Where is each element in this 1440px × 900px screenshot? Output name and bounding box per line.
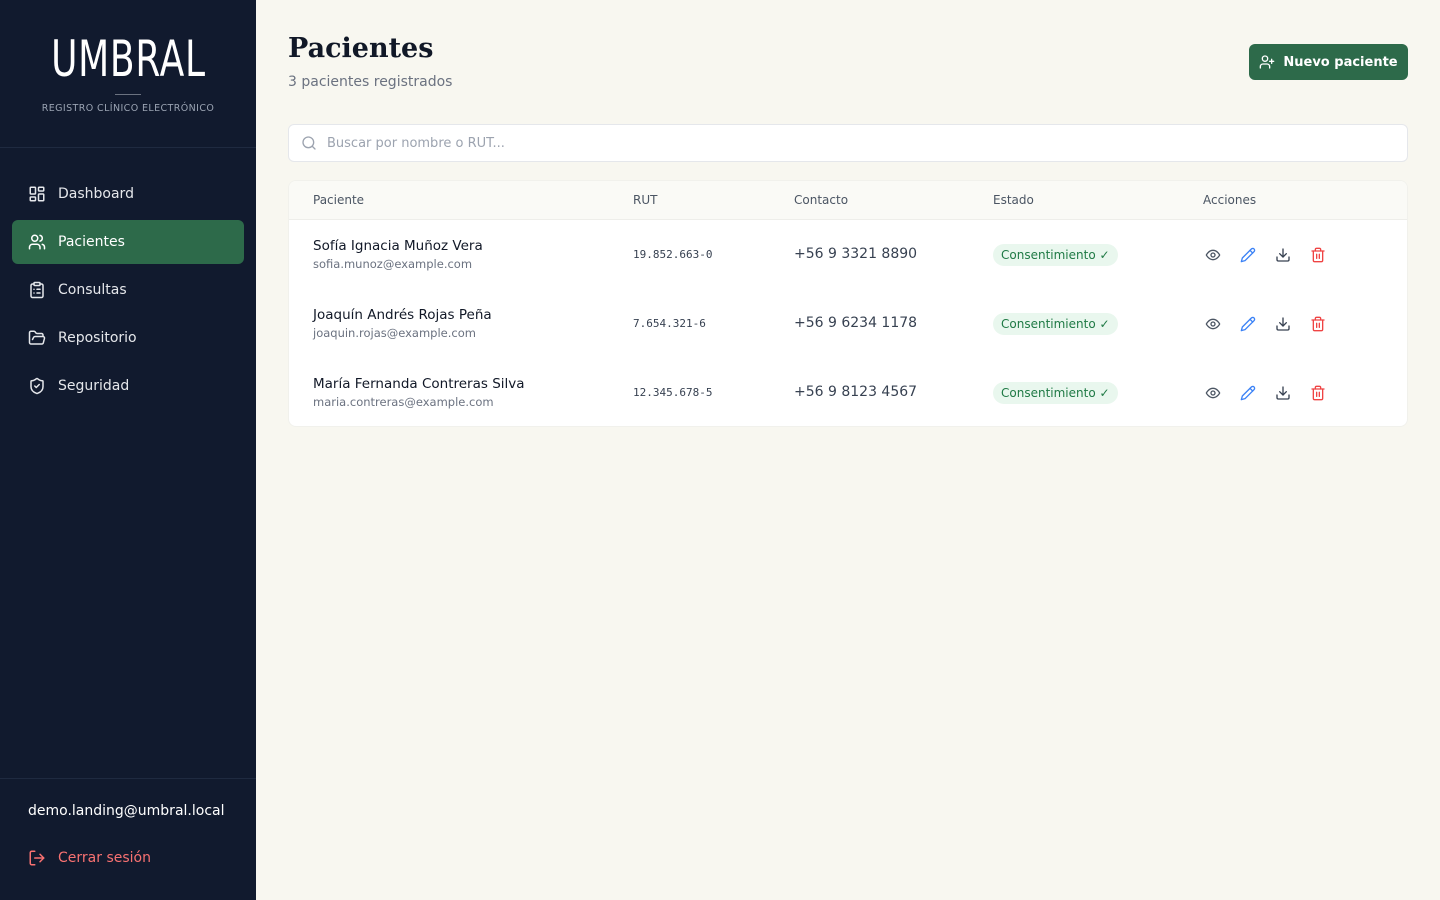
sidebar-item-label: Seguridad xyxy=(58,378,130,394)
table-row: Joaquín Andrés Rojas Peña joaquin.rojas@… xyxy=(289,289,1407,358)
edit-icon[interactable] xyxy=(1238,315,1258,333)
column-header-estado: Estado xyxy=(993,193,1034,207)
patient-rut: 7.654.321-6 xyxy=(633,317,706,330)
sidebar-item-consultas[interactable]: Consultas xyxy=(12,268,244,312)
table-row: María Fernanda Contreras Silva maria.con… xyxy=(289,358,1407,426)
patient-name: María Fernanda Contreras Silva xyxy=(313,376,525,392)
sidebar-item-dashboard[interactable]: Dashboard xyxy=(12,172,244,216)
new-patient-label: Nuevo paciente xyxy=(1283,54,1398,70)
sidebar-item-seguridad[interactable]: Seguridad xyxy=(12,364,244,408)
patient-email: sofia.munoz@example.com xyxy=(313,257,473,271)
download-icon[interactable] xyxy=(1273,384,1293,402)
delete-icon[interactable] xyxy=(1308,315,1328,333)
table-row: Sofía Ignacia Muñoz Vera sofia.munoz@exa… xyxy=(289,220,1407,289)
patient-email: maria.contreras@example.com xyxy=(313,395,494,409)
download-icon[interactable] xyxy=(1273,246,1293,264)
sidebar: UMBRAL REGISTRO CLÍNICO ELECTRÓNICO Dash… xyxy=(0,0,256,900)
patient-name: Joaquín Andrés Rojas Peña xyxy=(313,307,492,323)
sidebar-item-label: Pacientes xyxy=(58,234,125,250)
table-header: Paciente RUT Contacto Estado Acciones xyxy=(289,181,1407,220)
delete-icon[interactable] xyxy=(1308,384,1328,402)
edit-icon[interactable] xyxy=(1238,246,1258,264)
main-content: Pacientes 3 pacientes registrados Nuevo … xyxy=(256,0,1440,900)
patient-phone: +56 9 8123 4567 xyxy=(794,384,918,400)
column-header-paciente: Paciente xyxy=(313,193,365,207)
search-icon xyxy=(301,135,317,151)
user-email: demo.landing@umbral.local xyxy=(28,803,225,819)
patients-table: Paciente RUT Contacto Estado Acciones So… xyxy=(288,180,1408,427)
sidebar-item-pacientes[interactable]: Pacientes xyxy=(12,220,244,264)
column-header-rut: RUT xyxy=(633,193,658,207)
clipboard-icon xyxy=(28,281,46,299)
logo-divider xyxy=(115,94,141,95)
sidebar-item-repositorio[interactable]: Repositorio xyxy=(12,316,244,360)
search-input[interactable] xyxy=(327,135,1387,151)
row-actions xyxy=(1203,384,1343,402)
column-header-contacto: Contacto xyxy=(794,193,849,207)
row-actions xyxy=(1203,315,1343,333)
column-header-acciones: Acciones xyxy=(1203,193,1257,207)
new-patient-button[interactable]: Nuevo paciente xyxy=(1249,44,1408,80)
patient-phone: +56 9 6234 1178 xyxy=(794,315,918,331)
view-icon[interactable] xyxy=(1203,315,1223,333)
status-badge: Consentimiento ✓ xyxy=(993,382,1118,404)
brand-block: UMBRAL REGISTRO CLÍNICO ELECTRÓNICO xyxy=(0,0,256,148)
folder-icon xyxy=(28,329,46,347)
edit-icon[interactable] xyxy=(1238,384,1258,402)
logo: UMBRAL xyxy=(50,30,206,88)
logout-icon xyxy=(28,849,46,867)
users-icon xyxy=(28,233,46,251)
status-badge: Consentimiento ✓ xyxy=(993,244,1118,266)
page-title: Pacientes xyxy=(288,33,434,64)
patient-rut: 19.852.663-0 xyxy=(633,248,713,261)
patient-name: Sofía Ignacia Muñoz Vera xyxy=(313,238,483,254)
sidebar-footer: demo.landing@umbral.local Cerrar sesión xyxy=(0,778,256,900)
patient-phone: +56 9 3321 8890 xyxy=(794,246,918,262)
sidebar-item-label: Dashboard xyxy=(58,186,134,202)
row-actions xyxy=(1203,246,1343,264)
logout-label: Cerrar sesión xyxy=(58,850,151,866)
patient-rut: 12.345.678-5 xyxy=(633,386,713,399)
search-bar xyxy=(288,124,1408,162)
patient-email: joaquin.rojas@example.com xyxy=(313,326,476,340)
delete-icon[interactable] xyxy=(1308,246,1328,264)
brand-tagline: REGISTRO CLÍNICO ELECTRÓNICO xyxy=(41,103,215,114)
sidebar-item-label: Repositorio xyxy=(58,330,137,346)
user-plus-icon xyxy=(1259,54,1275,70)
logout-button[interactable]: Cerrar sesión xyxy=(28,849,228,867)
shield-check-icon xyxy=(28,377,46,395)
page-subtitle: 3 pacientes registrados xyxy=(288,74,453,90)
view-icon[interactable] xyxy=(1203,246,1223,264)
sidebar-nav: Dashboard Pacientes Consultas Repositori… xyxy=(0,148,256,408)
status-badge: Consentimiento ✓ xyxy=(993,313,1118,335)
download-icon[interactable] xyxy=(1273,315,1293,333)
view-icon[interactable] xyxy=(1203,384,1223,402)
dashboard-icon xyxy=(28,185,46,203)
sidebar-item-label: Consultas xyxy=(58,282,127,298)
